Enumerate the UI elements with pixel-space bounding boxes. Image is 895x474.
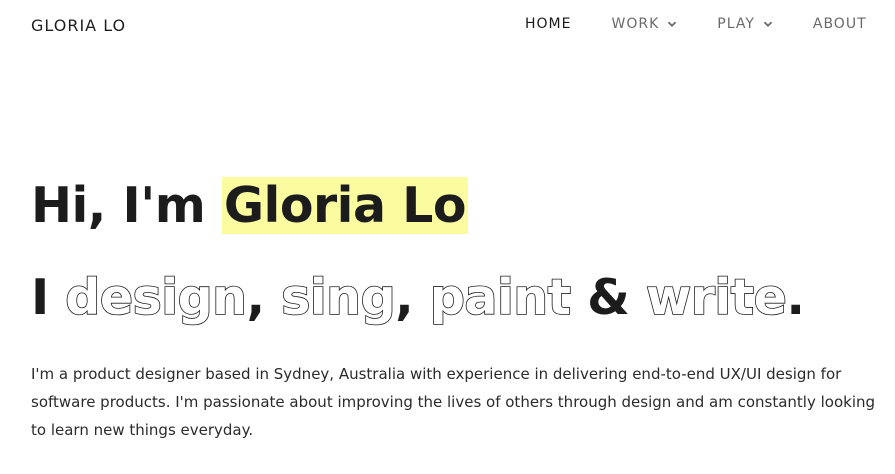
brand-logo-link[interactable]: GLORIA LO <box>31 16 126 35</box>
greeting-prefix: Hi, I'm <box>31 177 222 234</box>
nav-home[interactable]: HOME <box>525 16 571 32</box>
tagline-ampersand: & <box>570 269 646 326</box>
nav-play-label: PLAY <box>717 16 755 32</box>
nav-about[interactable]: ABOUT <box>813 16 867 32</box>
tagline-sep2: , <box>395 269 430 326</box>
site-header: GLORIA LO HOME WORK PLAY ABOUT <box>0 0 895 52</box>
tagline-design: design <box>64 268 247 327</box>
hero-greeting: Hi, I'm Gloria Lo <box>31 176 468 236</box>
highlighted-name: Gloria Lo <box>221 177 468 234</box>
nav-home-label: HOME <box>525 16 572 32</box>
tagline-lead: I <box>31 269 66 326</box>
nav-work[interactable]: WORK <box>611 16 677 32</box>
chevron-down-icon <box>668 21 677 27</box>
main-nav: HOME WORK PLAY ABOUT <box>525 16 867 32</box>
nav-about-label: ABOUT <box>812 16 867 32</box>
hero-tagline: I design, sing, paint & write. <box>31 268 805 328</box>
nav-work-label: WORK <box>611 16 660 32</box>
chevron-down-icon <box>763 21 773 27</box>
tagline-sing: sing <box>280 268 396 327</box>
nav-play[interactable]: PLAY <box>717 16 773 32</box>
tagline-period: . <box>786 269 805 326</box>
tagline-paint: paint <box>429 268 572 327</box>
tagline-sep1: , <box>246 269 282 326</box>
intro-paragraph: I'm a product designer based in Sydney, … <box>31 365 876 439</box>
tagline-write: write <box>645 268 787 327</box>
